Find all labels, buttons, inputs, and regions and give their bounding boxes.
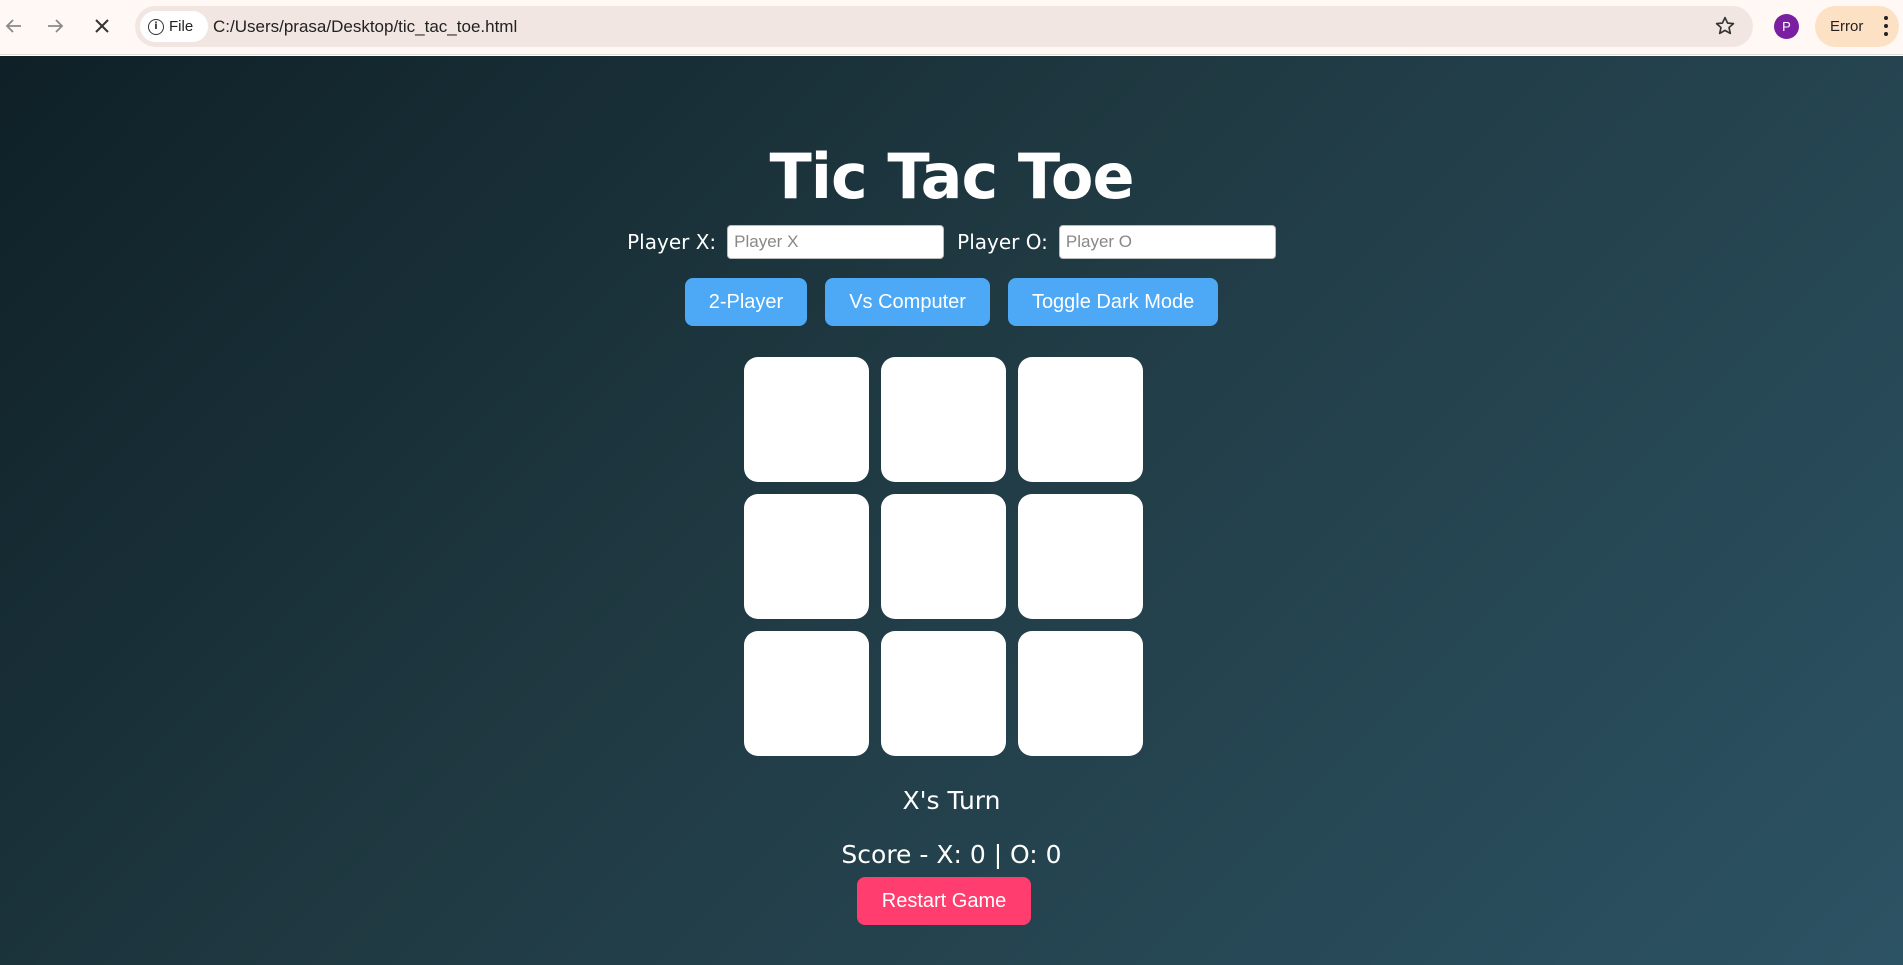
board-cell[interactable] bbox=[744, 631, 869, 756]
more-vert-icon bbox=[1883, 16, 1889, 36]
back-arrow-icon[interactable] bbox=[0, 12, 28, 40]
turn-status: X's Turn bbox=[902, 786, 1001, 815]
page-title: Tic Tac Toe bbox=[769, 140, 1134, 213]
board-cell[interactable] bbox=[881, 631, 1006, 756]
restart-game-button[interactable]: Restart Game bbox=[857, 877, 1031, 925]
browser-toolbar: i File C:/Users/prasa/Desktop/tic_tac_to… bbox=[0, 0, 1903, 55]
info-icon: i bbox=[148, 18, 164, 35]
address-bar[interactable]: i File C:/Users/prasa/Desktop/tic_tac_to… bbox=[135, 6, 1753, 47]
game-board bbox=[744, 357, 1144, 757]
score-display: Score - X: 0 | O: 0 bbox=[841, 840, 1062, 869]
two-player-button[interactable]: 2-Player bbox=[684, 278, 808, 326]
bookmark-star-icon[interactable] bbox=[1713, 14, 1737, 38]
board-cell[interactable] bbox=[744, 494, 869, 619]
stop-loading-icon[interactable] bbox=[88, 12, 116, 40]
vs-computer-button[interactable]: Vs Computer bbox=[825, 278, 990, 326]
forward-arrow-icon[interactable] bbox=[41, 12, 69, 40]
player-x-input[interactable] bbox=[727, 225, 945, 259]
error-label: Error bbox=[1830, 18, 1864, 35]
player-o-input[interactable] bbox=[1058, 225, 1276, 259]
board-cell[interactable] bbox=[1018, 631, 1143, 756]
mode-buttons: 2-Player Vs Computer Toggle Dark Mode bbox=[0, 278, 1903, 326]
board-cell[interactable] bbox=[744, 357, 869, 482]
board-cell[interactable] bbox=[881, 494, 1006, 619]
game-page: Tic Tac Toe Player X: Player O: 2-Player… bbox=[0, 56, 1903, 965]
player-names-row: Player X: Player O: bbox=[0, 225, 1903, 259]
board-cell[interactable] bbox=[1018, 494, 1143, 619]
board-cell[interactable] bbox=[881, 357, 1006, 482]
profile-avatar[interactable]: P bbox=[1774, 14, 1799, 39]
player-x-label: Player X: bbox=[627, 230, 717, 254]
url-text[interactable]: C:/Users/prasa/Desktop/tic_tac_toe.html bbox=[213, 17, 517, 37]
player-o-label: Player O: bbox=[957, 230, 1048, 254]
site-info-chip[interactable]: i File bbox=[140, 11, 208, 42]
site-chip-label: File bbox=[169, 18, 194, 35]
toggle-dark-mode-button[interactable]: Toggle Dark Mode bbox=[1007, 278, 1219, 326]
error-menu-button[interactable]: Error bbox=[1815, 6, 1899, 47]
board-cell[interactable] bbox=[1018, 357, 1143, 482]
